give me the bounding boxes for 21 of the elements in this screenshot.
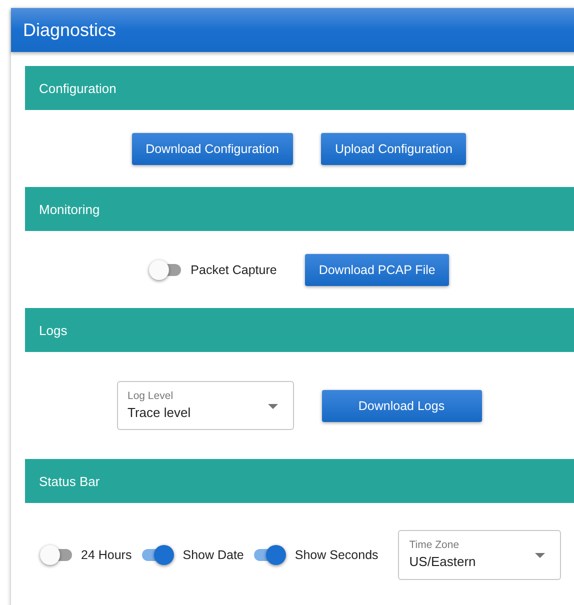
download-button[interactable]: Download Logs (322, 390, 482, 422)
toggle-switch[interactable] (40, 545, 72, 565)
toggle-label: 24 Hours (81, 548, 132, 562)
select-field[interactable]: Time Zone US/Eastern (398, 530, 562, 580)
toggle-label: Show Seconds (294, 548, 378, 562)
section-title: Status Bar (39, 474, 100, 488)
toggle-switch[interactable] (254, 545, 286, 565)
select-field[interactable]: Log Level Trace level (116, 381, 294, 430)
panel-title: Diagnostics (23, 20, 116, 40)
section-title: Logs (39, 322, 68, 338)
toggle-label: Packet Capture (190, 262, 277, 276)
caret-icon (268, 404, 278, 409)
toggle-switch[interactable] (142, 545, 174, 565)
toggle-switch[interactable] (148, 260, 181, 280)
download-button[interactable]: Download Configuration (132, 132, 293, 164)
section-title: Monitoring (39, 202, 100, 216)
download-button[interactable]: Upload Configuration (320, 132, 466, 164)
toggle-label: Show Date (182, 548, 244, 562)
download-button[interactable]: Download PCAP File (304, 254, 450, 286)
section-title: Configuration (39, 80, 116, 96)
caret-icon (535, 553, 546, 558)
